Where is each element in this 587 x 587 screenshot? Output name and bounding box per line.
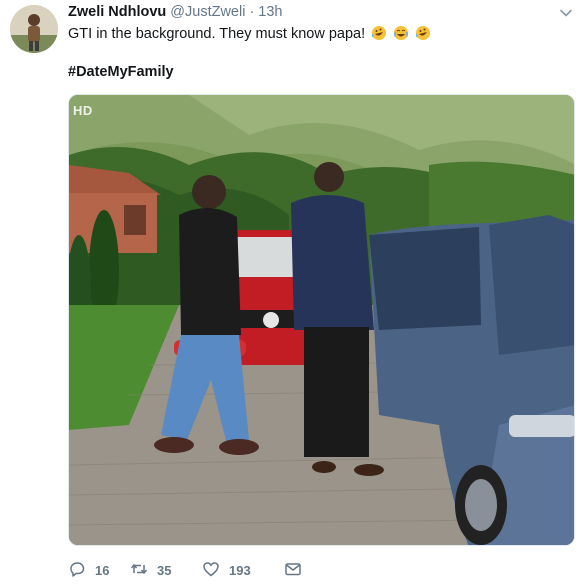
display-name[interactable]: Zweli Ndhlovu bbox=[68, 4, 166, 20]
tweet-actions: 16 35 193 bbox=[68, 560, 302, 580]
chevron-down-icon[interactable] bbox=[559, 6, 573, 20]
retweet-button[interactable]: 35 bbox=[130, 560, 202, 581]
reply-icon bbox=[68, 560, 86, 581]
reply-count: 16 bbox=[95, 562, 110, 578]
direct-message-button[interactable] bbox=[284, 560, 302, 581]
avatar[interactable] bbox=[10, 5, 58, 53]
separator-dot: · bbox=[249, 4, 255, 20]
user-handle[interactable]: @JustZweli bbox=[170, 4, 245, 20]
rolling-on-floor-laughing-emoji-icon bbox=[415, 25, 431, 41]
envelope-icon bbox=[284, 560, 302, 581]
tweet-text: GTI in the background. They must know pa… bbox=[68, 25, 431, 43]
retweet-count: 35 bbox=[157, 562, 172, 578]
tears-of-joy-emoji-icon bbox=[393, 25, 409, 41]
reply-button[interactable]: 16 bbox=[68, 560, 130, 581]
hashtag-link[interactable]: #DateMyFamily bbox=[68, 64, 174, 80]
like-button[interactable]: 193 bbox=[202, 560, 284, 581]
tweet: Zweli Ndhlovu @JustZweli · 13h GTI in th… bbox=[0, 0, 587, 587]
retweet-icon bbox=[130, 560, 148, 581]
heart-icon bbox=[202, 560, 220, 581]
video-frame-image bbox=[69, 95, 574, 545]
like-count: 193 bbox=[229, 562, 251, 578]
hd-watermark: HD bbox=[73, 103, 93, 118]
tweet-media-video[interactable]: HD bbox=[68, 94, 575, 546]
rolling-on-floor-laughing-emoji-icon bbox=[371, 25, 387, 41]
timestamp[interactable]: 13h bbox=[258, 4, 282, 20]
tweet-text-body: GTI in the background. They must know pa… bbox=[68, 26, 366, 42]
tweet-header: Zweli Ndhlovu @JustZweli · 13h bbox=[68, 4, 282, 24]
